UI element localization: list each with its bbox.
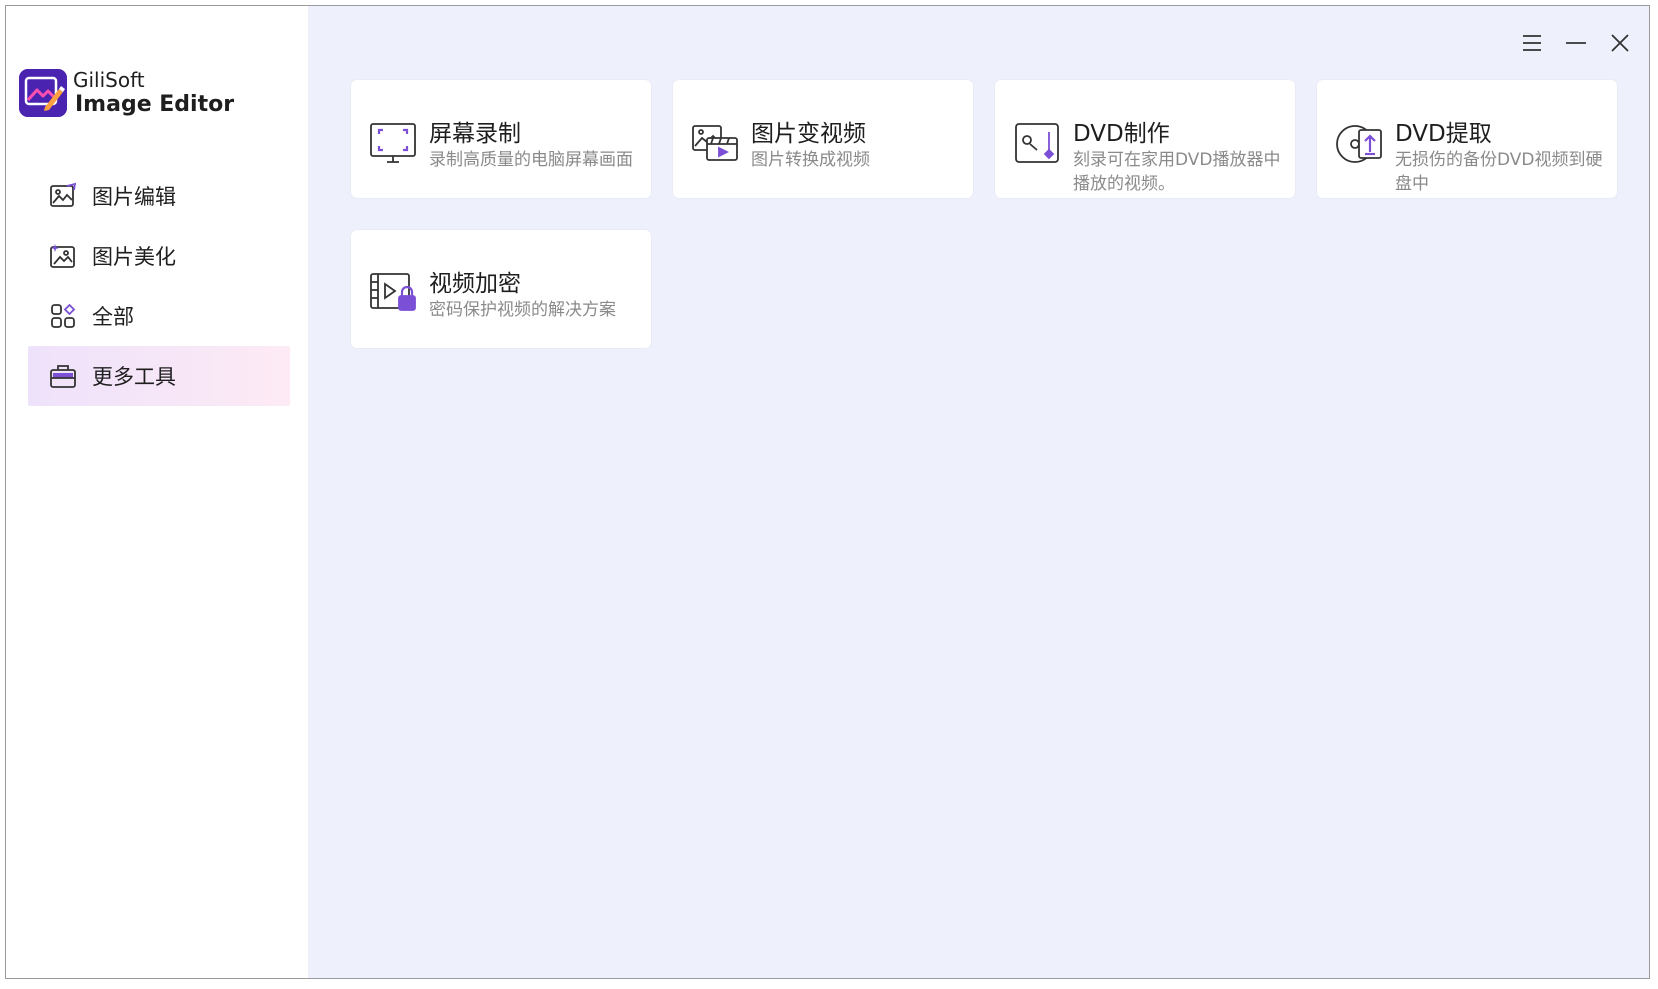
tool-card-dvd-burn[interactable]: DVD制作 刻录可在家用DVD播放器中播放的视频。 (995, 80, 1295, 198)
tool-title: DVD提取 (1395, 121, 1492, 147)
dvd-extract-icon (1335, 120, 1383, 168)
brand-name: GiliSoft (73, 68, 145, 92)
sidebar-item-image-edit[interactable]: 图片编辑 (28, 166, 290, 226)
sidebar-item-label: 更多工具 (92, 365, 176, 389)
sidebar-item-label: 图片编辑 (92, 185, 176, 209)
tool-title: 屏幕录制 (429, 121, 521, 147)
sidebar-item-label: 图片美化 (92, 245, 176, 269)
app-window: UCKS.CN GiliSoft Image Editor (5, 5, 1650, 979)
brand: GiliSoft Image Editor (19, 68, 234, 118)
sidebar-nav: 图片编辑 图片美化 全部 更多工具 (28, 166, 290, 406)
tool-card-dvd-extract[interactable]: DVD提取 无损伤的备份DVD视频到硬盘中 (1317, 80, 1617, 198)
main-content: 屏幕录制 录制高质量的电脑屏幕画面 图片变视频 图片转换成视频 DVD制作 刻录… (308, 6, 1649, 978)
dvd-burn-icon (1013, 120, 1061, 168)
close-icon[interactable] (1605, 28, 1635, 58)
tool-card-image-to-video[interactable]: 图片变视频 图片转换成视频 (673, 80, 973, 198)
product-name: Image Editor (75, 92, 235, 117)
sidebar-item-more-tools[interactable]: 更多工具 (28, 346, 290, 406)
minimize-icon[interactable] (1561, 28, 1591, 58)
tool-description: 刻录可在家用DVD播放器中播放的视频。 (1073, 150, 1281, 194)
tool-title: 图片变视频 (751, 121, 866, 147)
app-logo-icon (19, 69, 67, 118)
tool-card-video-encrypt[interactable]: 视频加密 密码保护视频的解决方案 (351, 230, 651, 348)
tool-description: 图片转换成视频 (751, 150, 870, 170)
toolbox-icon (48, 361, 78, 391)
tool-description: 密码保护视频的解决方案 (429, 300, 616, 320)
tool-title: 视频加密 (429, 271, 521, 297)
sidebar-item-image-beautify[interactable]: 图片美化 (28, 226, 290, 286)
image-edit-icon (48, 181, 78, 211)
screen-record-icon (369, 120, 417, 168)
sidebar-item-all[interactable]: 全部 (28, 286, 290, 346)
tool-description: 录制高质量的电脑屏幕画面 (429, 150, 633, 170)
video-encrypt-icon (369, 270, 417, 318)
window-controls (1517, 28, 1635, 58)
image-beautify-icon (48, 241, 78, 271)
menu-icon[interactable] (1517, 28, 1547, 58)
tool-description: 无损伤的备份DVD视频到硬盘中 (1395, 150, 1603, 194)
tool-card-screen-record[interactable]: 屏幕录制 录制高质量的电脑屏幕画面 (351, 80, 651, 198)
sidebar-item-label: 全部 (92, 305, 134, 329)
image-to-video-icon (691, 120, 739, 168)
all-apps-icon (48, 301, 78, 331)
sidebar: GiliSoft Image Editor 图片编辑 图片美化 全部 更多工具 (6, 6, 308, 978)
tool-title: DVD制作 (1073, 121, 1170, 147)
